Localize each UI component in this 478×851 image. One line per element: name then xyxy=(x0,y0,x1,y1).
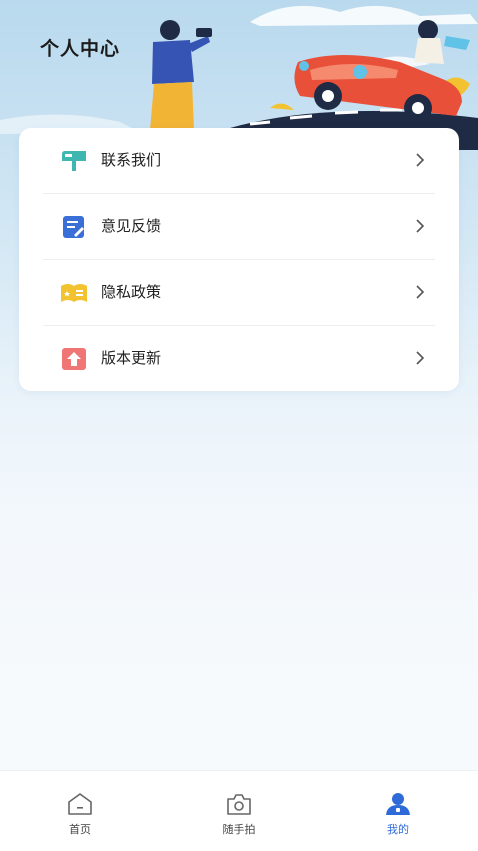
tab-profile[interactable]: 我的 xyxy=(338,771,458,851)
feedback-icon xyxy=(63,216,84,238)
menu-item-label: 隐私政策 xyxy=(101,283,162,301)
tab-label: 我的 xyxy=(387,823,409,836)
menu-item-version-update[interactable]: 版本更新 xyxy=(19,326,459,391)
menu-item-privacy-policy[interactable]: 隐私政策 xyxy=(19,260,459,325)
page-title: 个人中心 xyxy=(40,38,121,60)
chevron-right-icon xyxy=(416,351,425,365)
chevron-right-icon xyxy=(416,219,425,233)
camera-icon xyxy=(227,794,251,815)
tab-label: 随手拍 xyxy=(222,823,256,836)
chevron-right-icon xyxy=(416,285,425,299)
privacy-icon xyxy=(61,284,87,302)
home-icon xyxy=(68,793,92,815)
tab-label: 首页 xyxy=(69,823,91,836)
tab-home[interactable]: 首页 xyxy=(20,771,140,851)
menu-item-label: 联系我们 xyxy=(101,151,162,169)
tab-snapshot[interactable]: 随手拍 xyxy=(179,771,299,851)
menu-item-label: 版本更新 xyxy=(101,349,162,367)
bottom-tab-bar: 首页 随手拍 我的 xyxy=(0,770,478,851)
menu-item-feedback[interactable]: 意见反馈 xyxy=(19,194,459,259)
update-icon xyxy=(62,348,86,370)
menu-item-label: 意见反馈 xyxy=(101,217,162,235)
profile-icon xyxy=(386,793,410,815)
mailbox-icon xyxy=(62,151,86,171)
chevron-right-icon xyxy=(416,153,425,167)
menu-item-contact-us[interactable]: 联系我们 xyxy=(19,128,459,193)
settings-menu-card: 联系我们 意见反馈 隐私政策 版本更新 xyxy=(19,128,459,391)
